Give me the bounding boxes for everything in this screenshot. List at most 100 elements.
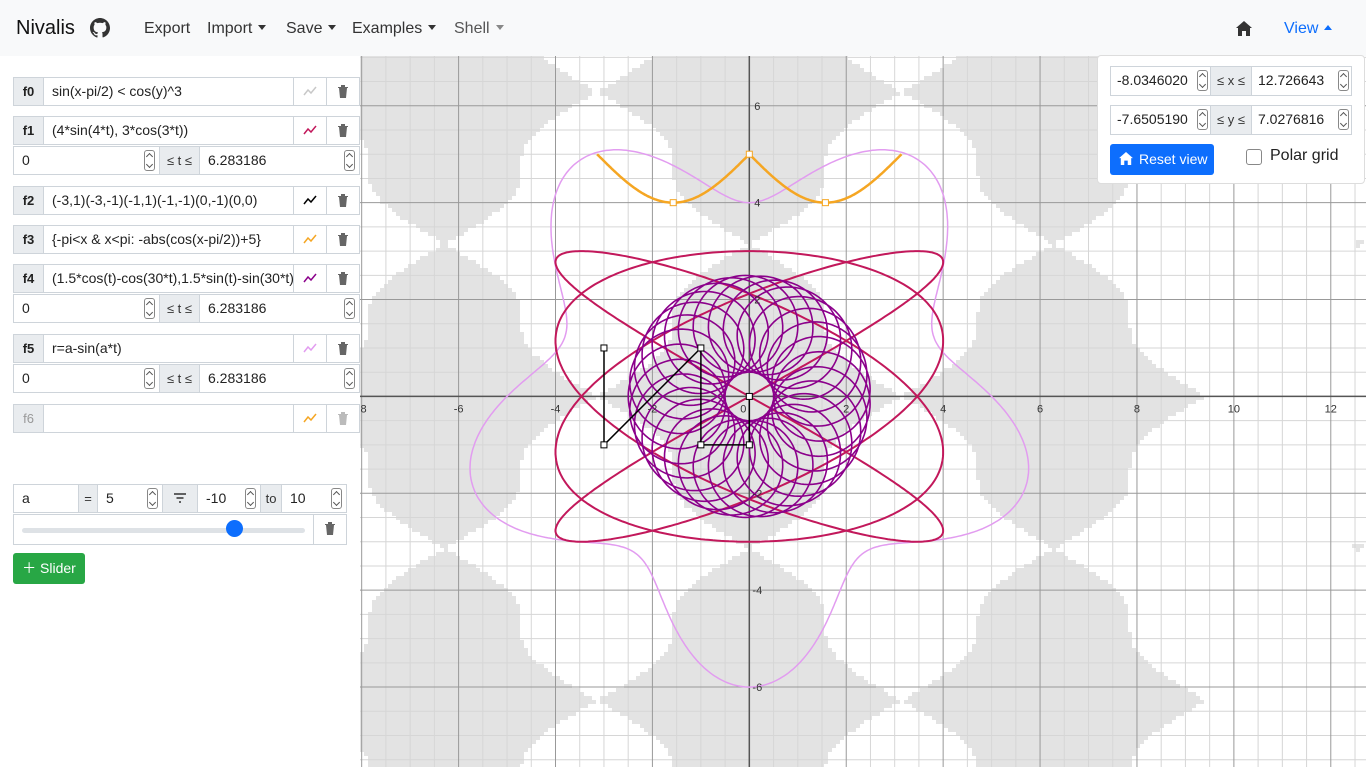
line-chart-icon[interactable] bbox=[293, 225, 327, 254]
function-label: f6 bbox=[13, 404, 44, 433]
spinner-icon[interactable] bbox=[245, 488, 256, 509]
trash-icon[interactable] bbox=[326, 404, 360, 433]
function-row-f4: f4 (1.5*cos(t)-cos(30*t),1.5*sin(t)-sin(… bbox=[13, 264, 360, 295]
add-slider-button[interactable]: ＋ Slider bbox=[13, 553, 85, 584]
github-icon[interactable] bbox=[90, 18, 110, 38]
x-tick-label: -2 bbox=[648, 403, 658, 415]
tmin-input[interactable]: 0 bbox=[13, 294, 160, 323]
function-label: f3 bbox=[13, 225, 44, 254]
brand[interactable]: Nivalis bbox=[16, 17, 75, 40]
function-input[interactable]: (-3,1)(-3,-1)(-1,1)(-1,-1)(0,-1)(0,0) bbox=[43, 186, 294, 215]
trash-icon[interactable] bbox=[326, 334, 360, 363]
x-tick-label: -8 bbox=[360, 403, 367, 415]
spinner-icon[interactable] bbox=[344, 298, 355, 319]
x-tick-label: 0 bbox=[740, 403, 746, 415]
menu-examples-label: Examples bbox=[352, 20, 423, 37]
param-range-f1: 0 ≤ t ≤ 6.283186 bbox=[13, 146, 360, 177]
function-input[interactable]: (1.5*cos(t)-cos(30*t),1.5*sin(t)-sin(30*… bbox=[43, 264, 294, 293]
slider-max-input[interactable]: 10 bbox=[281, 484, 347, 513]
line-chart-icon[interactable] bbox=[293, 116, 327, 145]
trash-icon[interactable] bbox=[326, 77, 360, 106]
line-chart-icon[interactable] bbox=[293, 186, 327, 215]
spinner-icon[interactable] bbox=[1197, 70, 1208, 91]
range-label: ≤ t ≤ bbox=[159, 364, 200, 393]
menu-examples[interactable]: Examples bbox=[352, 20, 437, 38]
trash-icon[interactable] bbox=[326, 186, 360, 215]
spinner-icon[interactable] bbox=[1197, 109, 1208, 130]
spinner-icon[interactable] bbox=[344, 150, 355, 171]
point-marker bbox=[745, 392, 753, 400]
ymin-value: -7.6505190 bbox=[1117, 111, 1188, 127]
polar-grid-checkbox[interactable] bbox=[1246, 149, 1262, 165]
equals-label: = bbox=[78, 484, 98, 513]
range-label: ≤ t ≤ bbox=[159, 294, 200, 323]
polar-grid-label: Polar grid bbox=[1270, 147, 1339, 164]
function-label: f4 bbox=[13, 264, 44, 293]
spinner-icon[interactable] bbox=[1338, 70, 1349, 91]
menu-export[interactable]: Export bbox=[144, 20, 190, 38]
tmax-input[interactable]: 6.283186 bbox=[199, 364, 360, 393]
line-chart-icon[interactable] bbox=[293, 77, 327, 106]
line-chart-icon[interactable] bbox=[293, 264, 327, 293]
xmin-input[interactable]: -8.0346020 bbox=[1110, 66, 1211, 96]
point-marker bbox=[669, 199, 677, 207]
function-input[interactable]: r=a-sin(a*t) bbox=[43, 334, 294, 363]
function-row-f0: f0 sin(x-pi/2) < cos(y)^3 bbox=[13, 77, 360, 108]
menu-view[interactable]: View bbox=[1284, 20, 1333, 38]
reset-view-label: Reset view bbox=[1139, 151, 1208, 167]
slider-min: -10 bbox=[206, 490, 227, 506]
tmin-value: 0 bbox=[22, 152, 30, 168]
tmin-input[interactable]: 0 bbox=[13, 146, 160, 175]
menu-save[interactable]: Save bbox=[286, 20, 337, 38]
function-row-f5: f5 r=a-sin(a*t) bbox=[13, 334, 360, 365]
function-row-f1: f1 (4*sin(4*t), 3*cos(3*t)) bbox=[13, 116, 360, 147]
filter-icon[interactable] bbox=[162, 484, 198, 513]
view-panel: -8.0346020 ≤ x ≤ 12.726643 -7.6505190 ≤ … bbox=[1097, 55, 1365, 184]
trash-icon[interactable] bbox=[326, 116, 360, 145]
spinner-icon[interactable] bbox=[147, 488, 158, 509]
ymin-input[interactable]: -7.6505190 bbox=[1110, 105, 1211, 135]
point-marker bbox=[697, 344, 705, 352]
function-label: f0 bbox=[13, 77, 44, 106]
slider-min-input[interactable]: -10 bbox=[197, 484, 261, 513]
param-range-f4: 0 ≤ t ≤ 6.283186 bbox=[13, 294, 360, 325]
function-input[interactable] bbox=[43, 404, 294, 433]
point-marker bbox=[600, 344, 608, 352]
ymax-value: 7.0276816 bbox=[1258, 111, 1325, 127]
slider-var-input[interactable]: a bbox=[13, 484, 79, 513]
x-tick-label: 4 bbox=[940, 403, 946, 415]
spinner-icon[interactable] bbox=[331, 488, 342, 509]
menu-import[interactable]: Import bbox=[207, 20, 267, 38]
spinner-icon[interactable] bbox=[144, 150, 155, 171]
trash-icon[interactable] bbox=[326, 264, 360, 293]
spinner-icon[interactable] bbox=[1338, 109, 1349, 130]
navbar: Nivalis Export Import Save Examples Shel… bbox=[0, 0, 1366, 56]
y-tick-label: -2 bbox=[752, 488, 762, 500]
function-row-f6: f6 bbox=[13, 404, 360, 435]
spinner-icon[interactable] bbox=[344, 368, 355, 389]
menu-shell-label: Shell bbox=[454, 20, 490, 37]
spinner-icon[interactable] bbox=[144, 368, 155, 389]
x-tick-label: 12 bbox=[1325, 403, 1337, 415]
trash-icon[interactable] bbox=[326, 225, 360, 254]
home-icon[interactable] bbox=[1236, 21, 1252, 36]
tmin-input[interactable]: 0 bbox=[13, 364, 160, 393]
caret-up-icon bbox=[1324, 25, 1333, 30]
ymax-input[interactable]: 7.0276816 bbox=[1251, 105, 1352, 135]
menu-shell[interactable]: Shell bbox=[454, 20, 504, 38]
slider-track[interactable] bbox=[22, 528, 305, 533]
reset-view-button[interactable]: Reset view bbox=[1110, 144, 1214, 175]
function-input[interactable]: (4*sin(4*t), 3*cos(3*t)) bbox=[43, 116, 294, 145]
tmax-input[interactable]: 6.283186 bbox=[199, 146, 360, 175]
tmax-input[interactable]: 6.283186 bbox=[199, 294, 360, 323]
line-chart-icon[interactable] bbox=[293, 404, 327, 433]
line-chart-icon[interactable] bbox=[293, 334, 327, 363]
xmax-input[interactable]: 12.726643 bbox=[1251, 66, 1352, 96]
spinner-icon[interactable] bbox=[144, 298, 155, 319]
function-input[interactable]: {-pi<x & x<pi: -abs(cos(x-pi/2))+5} bbox=[43, 225, 294, 254]
function-input[interactable]: sin(x-pi/2) < cos(y)^3 bbox=[43, 77, 294, 106]
slider-value-input[interactable]: 5 bbox=[97, 484, 163, 513]
y-range-row: -7.6505190 ≤ y ≤ 7.0276816 bbox=[1110, 105, 1352, 135]
caret-down-icon bbox=[428, 25, 437, 30]
trash-icon[interactable] bbox=[313, 514, 347, 545]
